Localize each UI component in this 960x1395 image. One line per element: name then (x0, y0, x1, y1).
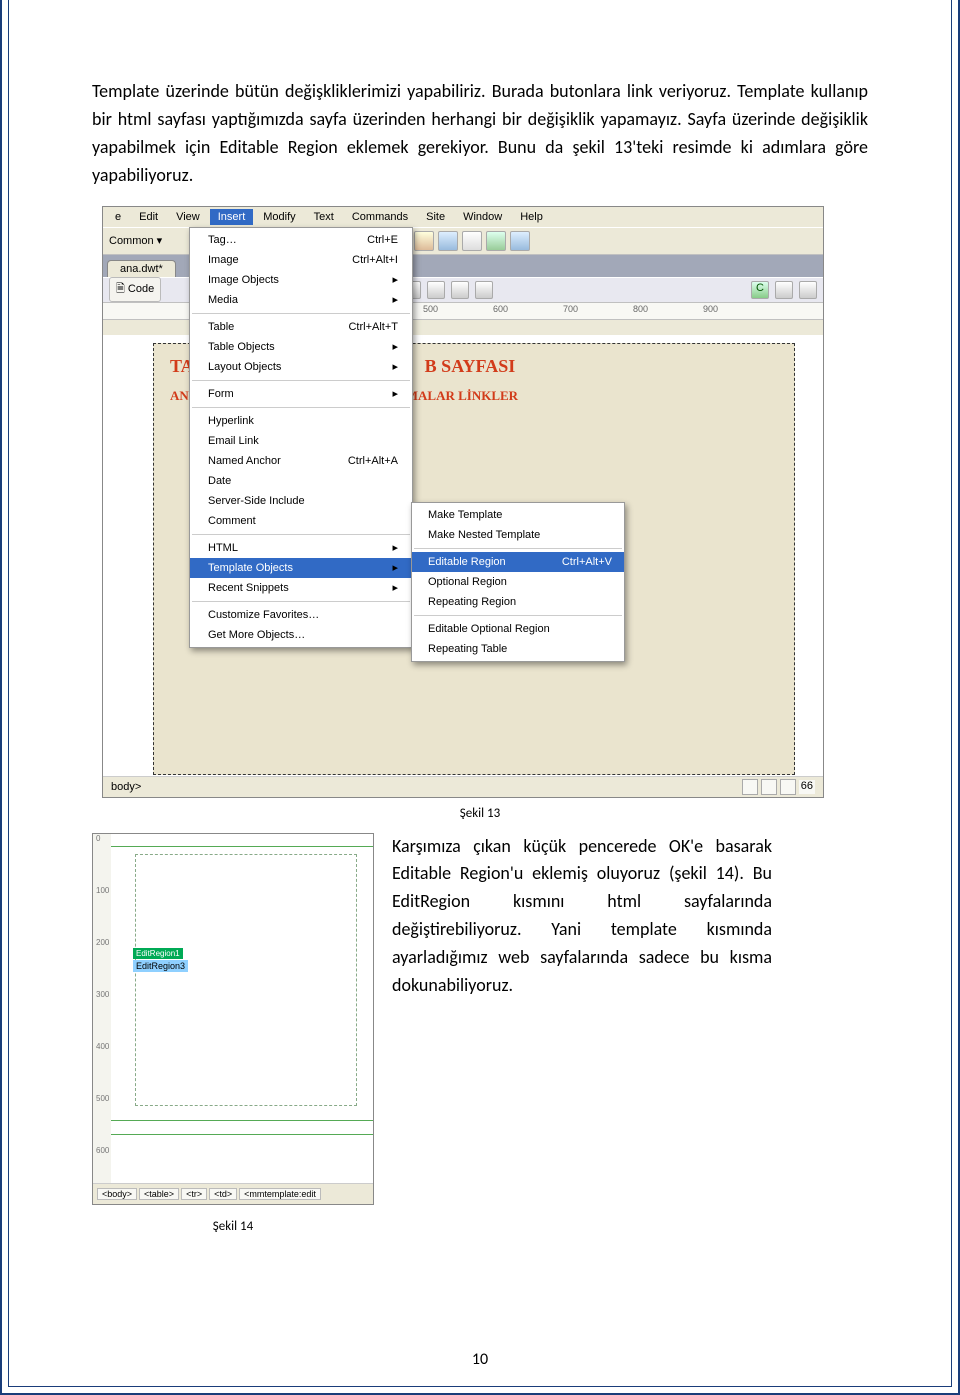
menu-item[interactable]: Media (190, 290, 412, 310)
tag-selector-item[interactable]: <td> (209, 1188, 237, 1200)
tag-selector-item[interactable]: <body> (97, 1188, 137, 1200)
ruler-mark: 500 (423, 304, 438, 314)
editable-region-tab[interactable]: EditRegion1 (133, 948, 183, 959)
menu-item[interactable]: Recent Snippets (190, 578, 412, 598)
toolbar-icon[interactable] (775, 281, 793, 299)
zoom-icon[interactable] (780, 779, 796, 795)
ruler-mark: 300 (96, 990, 109, 999)
tag-selector-item[interactable]: <mmtemplate:edit (239, 1188, 321, 1200)
menu-text[interactable]: Text (306, 209, 342, 225)
menu-help[interactable]: Help (512, 209, 551, 225)
paragraph-side: Karşımıza çıkan küçük pencerede OK'e bas… (392, 833, 772, 1000)
tag-selector-item[interactable]: <table> (139, 1188, 179, 1200)
menu-window[interactable]: Window (455, 209, 510, 225)
menu-item[interactable]: HTML (190, 538, 412, 558)
refresh-icon[interactable]: C (751, 281, 769, 299)
page-number: 10 (2, 1350, 958, 1369)
design-canvas: EditRegion1 EditRegion3 (111, 834, 373, 1184)
toolbar-icon[interactable] (451, 281, 469, 299)
figure-13-screenshot: eEditViewInsertModifyTextCommandsSiteWin… (102, 206, 824, 798)
ruler-mark: 600 (96, 1146, 109, 1155)
menu-item[interactable]: Named AnchorCtrl+Alt+A (190, 451, 412, 471)
menu-item[interactable]: ImageCtrl+Alt+I (190, 250, 412, 270)
submenu-item[interactable]: Make Nested Template (412, 525, 624, 545)
menu-item[interactable]: Image Objects (190, 270, 412, 290)
pointer-icon[interactable] (742, 779, 758, 795)
code-view-button[interactable]: 🗎 Code (109, 277, 161, 302)
menu-edit[interactable]: Edit (131, 209, 166, 225)
menu-item[interactable]: Get More Objects… (190, 625, 412, 645)
menu-item[interactable]: Customize Favorites… (190, 605, 412, 625)
menu-item[interactable]: Tag…Ctrl+E (190, 230, 412, 250)
toolbar-icon[interactable] (475, 281, 493, 299)
toolbar-icon[interactable] (462, 231, 482, 251)
toolbar-icon[interactable] (799, 281, 817, 299)
submenu-item[interactable]: Make Template (412, 505, 624, 525)
menu-view[interactable]: View (168, 209, 208, 225)
ruler-mark: 400 (96, 1042, 109, 1051)
toolbar-icon[interactable] (486, 231, 506, 251)
tag-selector[interactable]: body> (111, 781, 141, 793)
submenu-item[interactable]: Editable Optional Region (412, 619, 624, 639)
menu-item[interactable]: Template Objects (190, 558, 412, 578)
template-objects-submenu[interactable]: Make TemplateMake Nested Template Editabl… (411, 502, 625, 662)
file-tab[interactable]: ana.dwt* (107, 260, 176, 277)
figure-14-caption: Şekil 14 (92, 1219, 374, 1234)
menu-item[interactable]: TableCtrl+Alt+T (190, 317, 412, 337)
statusbar: body> 66 (103, 776, 823, 797)
submenu-item[interactable]: Optional Region (412, 572, 624, 592)
page-heading-right: B SAYFASI (425, 356, 516, 376)
submenu-item[interactable]: Repeating Table (412, 639, 624, 659)
toolbar-icon[interactable] (427, 281, 445, 299)
ruler-mark: 600 (493, 304, 508, 314)
menu-e[interactable]: e (107, 209, 129, 225)
tag-selector-bar: <body><table><tr><td><mmtemplate:edit (93, 1183, 373, 1204)
menu-item[interactable]: Form (190, 384, 412, 404)
hand-icon[interactable] (761, 779, 777, 795)
editable-region-label[interactable]: EditRegion3 (133, 960, 188, 972)
menu-commands[interactable]: Commands (344, 209, 416, 225)
figure-13-caption: Şekil 13 (92, 806, 868, 821)
paragraph-intro: Template üzerinde bütün değişkliklerimiz… (92, 78, 868, 190)
menu-item[interactable]: Hyperlink (190, 411, 412, 431)
vertical-ruler: 0 100 200 300 400 500 600 (93, 834, 112, 1184)
toolbar-category[interactable]: Common ▾ (109, 234, 162, 247)
menu-item[interactable]: Table Objects (190, 337, 412, 357)
tag-selector-item[interactable]: <tr> (181, 1188, 207, 1200)
menu-modify[interactable]: Modify (255, 209, 303, 225)
menu-insert[interactable]: Insert (210, 209, 254, 225)
toolbar-icon[interactable] (438, 231, 458, 251)
ruler-mark: 100 (96, 886, 109, 895)
zoom-value: 66 (799, 780, 815, 794)
app-menubar: eEditViewInsertModifyTextCommandsSiteWin… (103, 207, 823, 228)
toolbar-icon[interactable] (510, 231, 530, 251)
menu-item[interactable]: Date (190, 471, 412, 491)
ruler-mark: 800 (633, 304, 648, 314)
submenu-item[interactable]: Editable RegionCtrl+Alt+V (412, 552, 624, 572)
submenu-item[interactable]: Repeating Region (412, 592, 624, 612)
ruler-mark: 200 (96, 938, 109, 947)
toolbar-icon[interactable] (414, 231, 434, 251)
insert-menu-dropdown[interactable]: Tag…Ctrl+EImageCtrl+Alt+IImage ObjectsMe… (189, 227, 413, 648)
ruler-mark: 0 (96, 834, 100, 843)
menu-item[interactable]: Comment (190, 511, 412, 531)
menu-item[interactable]: Server-Side Include (190, 491, 412, 511)
figure-14-screenshot: 0 100 200 300 400 500 600 EditRegion1 EditRegi… (92, 833, 374, 1205)
menu-site[interactable]: Site (418, 209, 453, 225)
ruler-mark: 900 (703, 304, 718, 314)
menu-item[interactable]: Email Link (190, 431, 412, 451)
menu-item[interactable]: Layout Objects (190, 357, 412, 377)
ruler-mark: 500 (96, 1094, 109, 1103)
ruler-mark: 700 (563, 304, 578, 314)
